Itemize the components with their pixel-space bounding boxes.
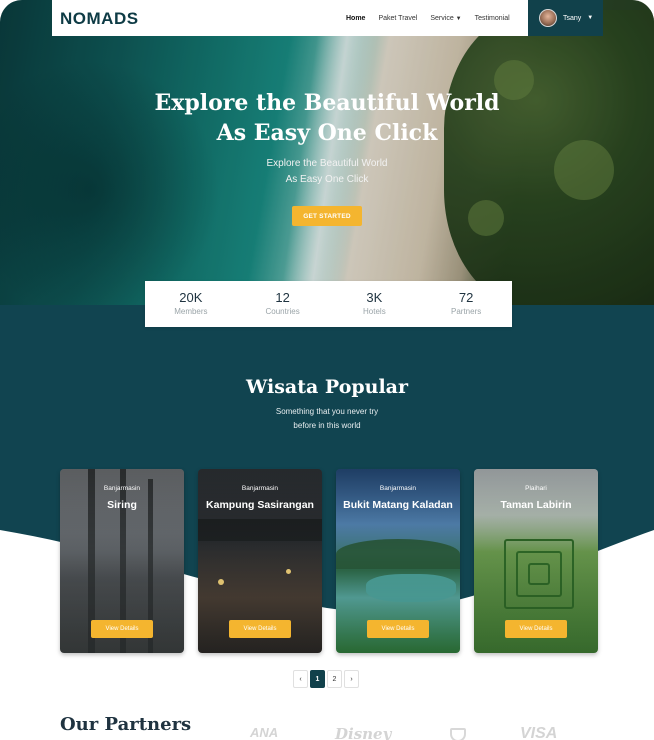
nav-service-label: Service — [430, 14, 454, 22]
hero-subtitle: Explore the Beautiful World As Easy One … — [0, 156, 654, 188]
partner-logo-disney: Disney — [335, 725, 392, 740]
user-menu[interactable]: Tsany ▼ — [528, 0, 603, 36]
pagination: ‹ 1 2 › — [293, 670, 359, 688]
nav-testimonial-link[interactable]: Testimonial — [475, 15, 510, 22]
view-details-button[interactable]: View Details — [505, 620, 567, 638]
view-details-button[interactable]: View Details — [91, 620, 153, 638]
view-details-button[interactable]: View Details — [229, 620, 291, 638]
page-frame: Explore the Beautiful World As Easy One … — [0, 0, 654, 740]
hero-subtitle-line: As Easy One Click — [285, 174, 369, 185]
stat-value: 72 — [458, 290, 474, 305]
avatar — [539, 9, 557, 27]
partner-logo-visa: VISA — [520, 725, 558, 740]
section-subtitle: Something that you never try before in t… — [0, 405, 654, 433]
nav-home-link[interactable]: Home — [346, 15, 365, 22]
navbar: NOMADS Home Paket Travel Service ▼ Testi… — [52, 0, 603, 36]
destination-card[interactable]: Banjarmasin Kampung Sasirangan View Deta… — [198, 469, 322, 653]
pagination-prev-button[interactable]: ‹ — [293, 670, 308, 688]
pagination-page-2[interactable]: 2 — [327, 670, 342, 688]
card-title: Kampung Sasirangan — [206, 499, 314, 511]
stat-label: Countries — [265, 307, 300, 316]
destination-card[interactable]: Plaihari Taman Labirin View Details — [474, 469, 598, 653]
pagination-next-button[interactable]: › — [344, 670, 359, 688]
get-started-button[interactable]: GET STARTED — [292, 206, 362, 226]
hero-section: Explore the Beautiful World As Easy One … — [0, 0, 654, 305]
pagination-page-1[interactable]: 1 — [310, 670, 325, 688]
card-title: Bukit Matang Kaladan — [343, 499, 453, 511]
stat-value: 20K — [179, 290, 203, 305]
section-subtitle-line: before in this world — [293, 421, 361, 430]
hero-title-line: Explore the Beautiful World — [154, 90, 500, 116]
nav-links: Home Paket Travel Service ▼ Testimonial — [346, 0, 510, 36]
stat-label: Hotels — [363, 307, 386, 316]
stats-bar: 20K Members 12 Countries 3K Hotels 72 Pa… — [145, 281, 512, 327]
nav-service-dropdown[interactable]: Service ▼ — [430, 15, 461, 22]
nav-paket-travel-link[interactable]: Paket Travel — [378, 15, 417, 22]
destination-card[interactable]: Banjarmasin Siring View Details — [60, 469, 184, 653]
shield-icon — [450, 728, 466, 740]
card-city: Banjarmasin — [103, 485, 141, 492]
section-title: Wisata Popular — [245, 376, 409, 398]
stat-hotels: 3K Hotels — [329, 281, 421, 327]
card-city: Banjarmasin — [241, 485, 279, 492]
chevron-down-icon: ▼ — [587, 15, 594, 21]
partner-logo-ana: ANA — [250, 725, 279, 740]
chevron-down-icon: ▼ — [455, 15, 462, 22]
hero-overlay — [0, 0, 654, 305]
stat-label: Members — [174, 307, 208, 316]
user-name: Tsany — [563, 14, 582, 22]
hero-title: Explore the Beautiful World As Easy One … — [0, 88, 654, 148]
card-title: Siring — [107, 499, 137, 511]
partners-title: Our Partners — [60, 714, 192, 735]
card-city: Plaihari — [525, 485, 547, 492]
card-title: Taman Labirin — [500, 499, 572, 511]
stat-countries: 12 Countries — [237, 281, 329, 327]
destination-card[interactable]: Banjarmasin Bukit Matang Kaladan View De… — [336, 469, 460, 653]
section-subtitle-line: Something that you never try — [275, 407, 379, 416]
card-city: Banjarmasin — [379, 485, 417, 492]
stat-members: 20K Members — [145, 281, 237, 327]
stat-label: Partners — [451, 307, 482, 316]
brand-logo[interactable]: NOMADS — [60, 9, 139, 29]
view-details-button[interactable]: View Details — [367, 620, 429, 638]
hero-title-line: As Easy One Click — [216, 120, 438, 146]
stat-partners: 72 Partners — [420, 281, 512, 327]
hero-subtitle-line: Explore the Beautiful World — [266, 158, 388, 169]
stat-value: 3K — [366, 290, 383, 305]
stat-value: 12 — [275, 290, 290, 305]
